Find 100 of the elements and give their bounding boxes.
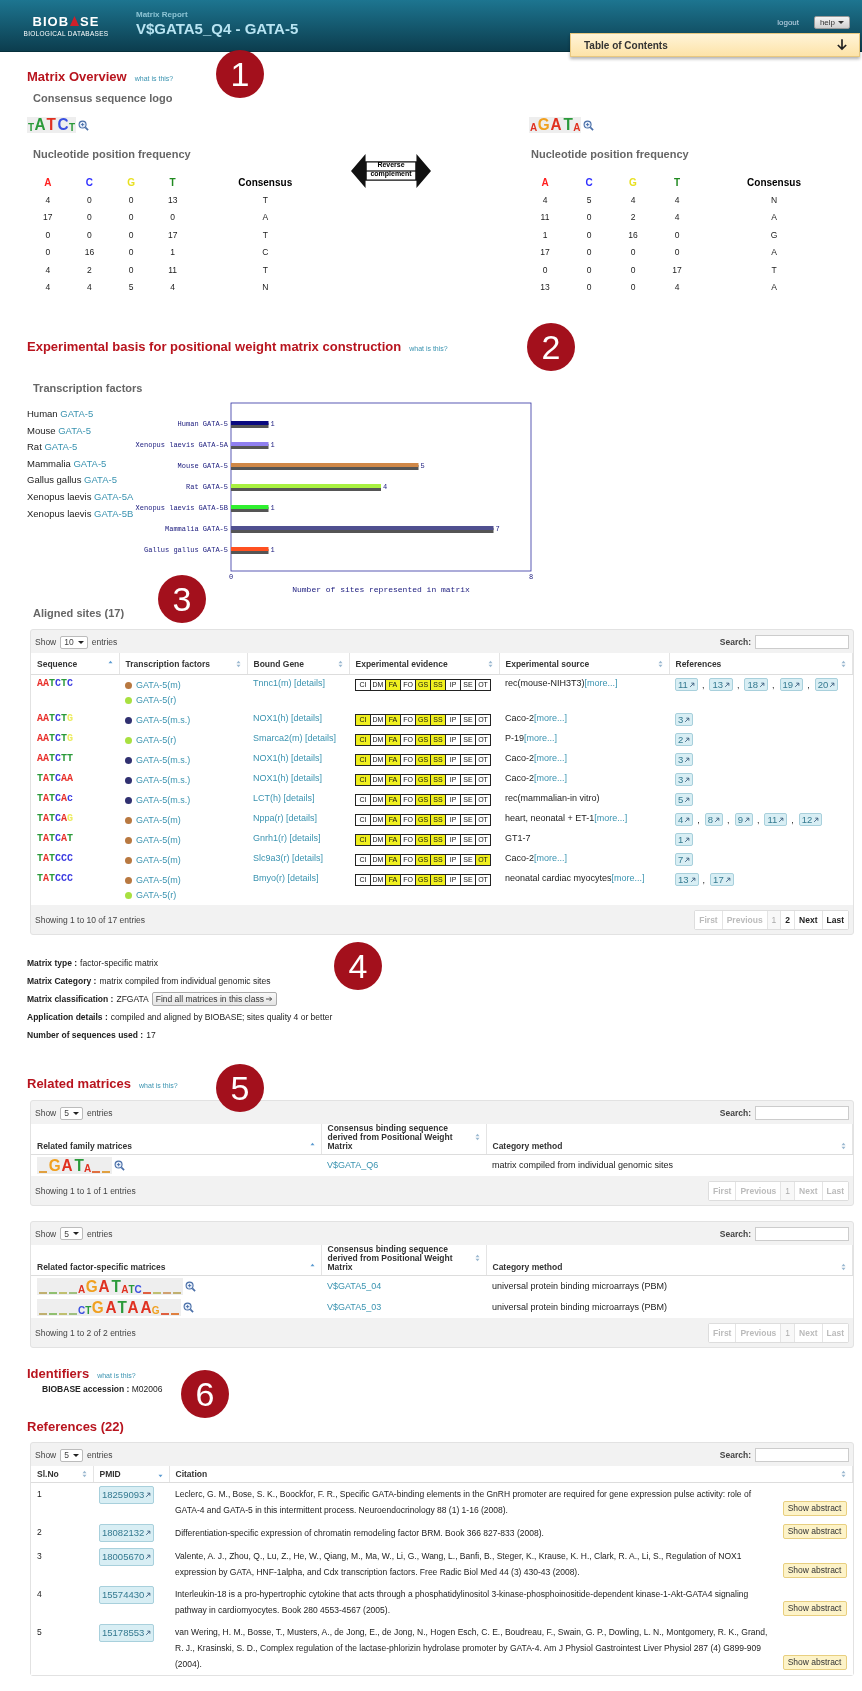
sort-icon[interactable] — [474, 1254, 480, 1263]
gene-link[interactable]: Tnnc1(m) — [253, 678, 292, 688]
pmid-link[interactable]: 18005670 — [99, 1548, 155, 1566]
more-link[interactable]: [more...] — [584, 678, 618, 688]
table-of-contents-panel[interactable]: Table of Contents — [570, 33, 860, 57]
reference-link[interactable]: 18 — [744, 678, 769, 691]
more-link[interactable]: [more...] — [534, 753, 568, 763]
gene-link[interactable]: Gnrh1(r) — [253, 833, 287, 843]
show-abstract-button[interactable]: Show abstract — [782, 1524, 847, 1539]
page-button[interactable]: 1 — [781, 1181, 796, 1200]
factor-link[interactable]: GATA-5 — [73, 457, 107, 469]
column-header[interactable]: Consensus binding sequence derived from Positional Weight Matrix — [327, 1244, 471, 1272]
factor-link[interactable]: GATA-5(m.s.) — [136, 715, 191, 725]
sort-icon[interactable] — [841, 1262, 846, 1271]
sort-icon[interactable] — [841, 1470, 846, 1478]
reference-link[interactable]: 7 — [675, 853, 694, 866]
sort-icon[interactable] — [235, 659, 241, 668]
pmid-link[interactable]: 18082132 — [99, 1524, 155, 1542]
column-header[interactable]: Bound Gene — [253, 658, 305, 669]
reference-link[interactable]: 11 — [675, 678, 698, 691]
help-button[interactable]: help — [813, 16, 850, 29]
gene-link[interactable]: LCT(h) — [253, 793, 281, 803]
reference-link[interactable]: 17 — [710, 873, 734, 886]
factor-link[interactable]: GATA-5 — [44, 441, 78, 453]
details-link[interactable]: [details] — [283, 793, 315, 803]
page-size-select[interactable]: 5 — [60, 1448, 83, 1462]
more-link[interactable]: [more...] — [534, 713, 568, 723]
gene-link[interactable]: Bmyo(r) — [253, 873, 285, 883]
column-header[interactable]: Sequence — [37, 658, 78, 669]
reference-link[interactable]: 3 — [675, 773, 694, 786]
factor-link[interactable]: GATA-5(m) — [136, 680, 181, 690]
sort-icon[interactable] — [487, 659, 493, 668]
reference-link[interactable]: 3 — [675, 753, 694, 766]
sort-icon[interactable] — [337, 659, 343, 668]
page-size-select[interactable]: 10 — [60, 635, 88, 649]
details-link[interactable]: [details] — [292, 853, 324, 863]
search-field[interactable] — [755, 635, 849, 649]
page-size-select[interactable]: 5 — [60, 1106, 83, 1120]
zoom-icon[interactable] — [182, 1301, 194, 1313]
page-button[interactable]: 1 — [781, 1323, 796, 1342]
show-abstract-button[interactable]: Show abstract — [782, 1563, 847, 1578]
sort-icon[interactable] — [657, 659, 663, 668]
gene-link[interactable]: Smarca2(m) — [253, 733, 303, 743]
column-header[interactable]: Experimental source — [505, 658, 590, 669]
factor-link[interactable]: GATA-5A — [94, 490, 134, 502]
search-field[interactable] — [755, 1448, 849, 1462]
sort-icon[interactable] — [841, 1141, 846, 1150]
factor-link[interactable]: GATA-5(r) — [136, 695, 177, 705]
sort-icon[interactable] — [841, 659, 846, 668]
factor-link[interactable]: GATA-5 — [58, 424, 92, 436]
more-link[interactable]: [more...] — [594, 813, 628, 823]
column-header[interactable]: References — [675, 658, 722, 669]
factor-link[interactable]: GATA-5(m.s.) — [136, 775, 191, 785]
matrix-link[interactable]: V$GATA_Q6 — [327, 1160, 379, 1171]
reference-link[interactable]: 9 — [734, 813, 753, 826]
search-field[interactable] — [755, 1226, 849, 1241]
more-link[interactable]: [more...] — [524, 733, 558, 743]
column-header[interactable]: Transcription factors — [125, 658, 211, 669]
gene-link[interactable]: NOX1(h) — [253, 753, 289, 763]
factor-link[interactable]: GATA-5(r) — [136, 890, 177, 900]
reference-link[interactable]: 3 — [675, 713, 694, 726]
reference-link[interactable]: 13 — [675, 873, 699, 886]
show-abstract-button[interactable]: Show abstract — [782, 1501, 847, 1516]
find-matrices-button[interactable]: Find all matrices in this class — [151, 992, 277, 1006]
column-header[interactable]: PMID — [99, 1469, 121, 1479]
factor-link[interactable]: GATA-5(m.s.) — [136, 795, 191, 805]
column-header[interactable]: Experimental evidence — [355, 658, 448, 669]
column-header[interactable]: Consensus binding sequence derived from Positional Weight Matrix — [327, 1124, 471, 1151]
factor-link[interactable]: GATA-5(m.s.) — [136, 755, 191, 765]
gene-link[interactable]: Slc9a3(r) — [253, 853, 290, 863]
matrix-link[interactable]: V$GATA5_04 — [327, 1281, 382, 1292]
factor-link[interactable]: GATA-5(m) — [136, 855, 181, 865]
reference-link[interactable]: 2 — [675, 733, 694, 746]
factor-link[interactable]: GATA-5(m) — [136, 835, 181, 845]
page-size-select[interactable]: 5 — [60, 1227, 83, 1241]
column-header[interactable]: Sl.No — [37, 1469, 59, 1479]
show-abstract-button[interactable]: Show abstract — [782, 1601, 847, 1616]
reference-link[interactable]: 4 — [675, 813, 694, 826]
details-link[interactable]: [details] — [286, 813, 318, 823]
gene-link[interactable]: NOX1(h) — [253, 773, 289, 783]
reference-link[interactable]: 1 — [675, 833, 694, 846]
column-header[interactable]: Citation — [175, 1469, 208, 1479]
matrix-link[interactable]: V$GATA5_03 — [327, 1302, 382, 1313]
reference-link[interactable]: 12 — [798, 813, 823, 826]
column-header[interactable]: Category method — [492, 1261, 563, 1272]
reference-link[interactable]: 19 — [779, 678, 804, 691]
search-field[interactable] — [755, 1106, 849, 1120]
column-header[interactable]: Related factor-specific matrices — [37, 1261, 166, 1272]
column-header[interactable]: Related family matrices — [37, 1140, 132, 1151]
reference-link[interactable]: 11 — [764, 813, 788, 826]
details-link[interactable]: [details] — [291, 713, 323, 723]
factor-link[interactable]: GATA-5B — [94, 507, 134, 519]
gene-link[interactable]: Nppa(r) — [253, 813, 284, 823]
reference-link[interactable]: 5 — [675, 793, 694, 806]
pmid-link[interactable]: 18259093 — [99, 1486, 155, 1504]
more-link[interactable]: [more...] — [534, 853, 568, 863]
factor-link[interactable]: GATA-5(m) — [136, 875, 181, 885]
show-abstract-button[interactable]: Show abstract — [782, 1655, 847, 1670]
details-link[interactable]: [details] — [291, 753, 323, 763]
reference-link[interactable]: 20 — [814, 678, 839, 691]
